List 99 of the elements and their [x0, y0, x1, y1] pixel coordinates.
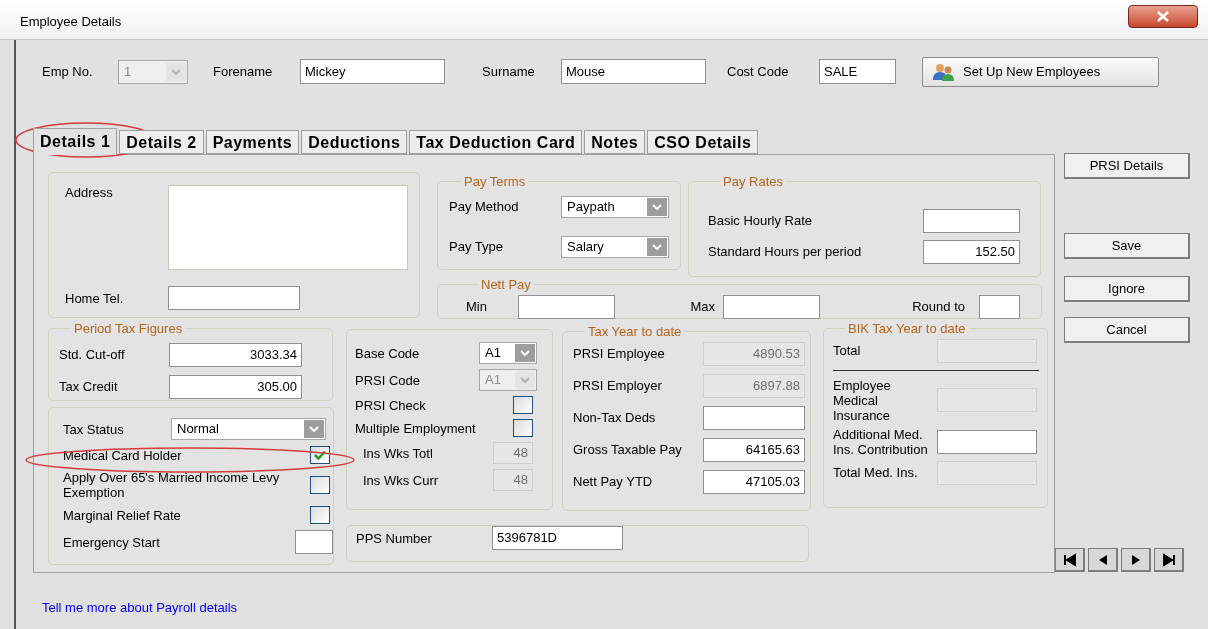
input-field[interactable] [295, 530, 333, 554]
help-link[interactable]: Tell me more about Payroll details [42, 598, 238, 618]
input-field[interactable]: 305.00 [169, 374, 302, 399]
field-label: Address [65, 185, 114, 200]
tab[interactable]: Tax Deduction Card [409, 130, 583, 154]
field-label: Medical Card Holder [63, 447, 183, 463]
field-label: Home Tel. [65, 290, 125, 306]
field-label: Multiple Employment [355, 420, 477, 436]
close-icon [1157, 11, 1169, 22]
input-field[interactable]: 47105.03 [703, 469, 805, 494]
dialog-button[interactable]: Cancel [1064, 317, 1190, 343]
dropdown[interactable]: Paypath [561, 195, 669, 218]
field-label: Max [689, 297, 716, 316]
field-label: Ins Wks Totl [362, 445, 434, 461]
navigation-button[interactable] [1154, 548, 1184, 572]
tab[interactable]: Deductions [301, 130, 408, 154]
field-label: Gross Taxable Pay [573, 442, 683, 457]
field-label: PRSI Check [355, 397, 427, 413]
field-label: Total [833, 343, 862, 358]
group-title: Pay Terms [463, 173, 527, 191]
field-label: Min [466, 297, 488, 316]
field-label: PPS Number [356, 530, 433, 546]
dialog-button[interactable]: PRSI Details [1064, 153, 1190, 179]
input-field[interactable]: 5396781D [492, 526, 623, 550]
input-field[interactable]: Mouse [561, 59, 706, 84]
chevron-down-icon [520, 350, 530, 356]
chevron-down-icon [652, 243, 662, 250]
checkbox[interactable] [310, 476, 330, 494]
checkmark-icon [314, 450, 326, 460]
field-label: Emp No. [42, 62, 94, 81]
field-label: Ins Wks Curr [362, 472, 440, 488]
checkbox[interactable] [513, 419, 533, 437]
navigation-button[interactable] [1121, 548, 1151, 572]
field-label: Surname [482, 62, 536, 81]
last-record-icon [1161, 552, 1176, 567]
navigation-button[interactable] [1055, 548, 1085, 572]
dropdown[interactable]: A1 [479, 342, 537, 364]
field-label: Base Code [355, 345, 421, 361]
field-label: Nett Pay YTD [573, 474, 654, 489]
field-label: Apply Over 65's Married Income Levy Exemption [63, 470, 281, 500]
field-label: Additional Med. Ins. Contribution [833, 426, 929, 457]
dialog-button[interactable]: Save [1064, 233, 1190, 259]
input-field[interactable] [723, 294, 820, 319]
input-field[interactable]: 152.50 [923, 239, 1020, 264]
tab[interactable]: Details 2 [119, 130, 204, 154]
people-icon [933, 62, 955, 81]
field-label: Pay Method [449, 199, 520, 214]
first-record-icon [1062, 552, 1077, 567]
group-title: Period Tax Figures [73, 320, 184, 338]
field-label: Forename [213, 62, 274, 81]
group-title: BIK Tax Year to date [847, 320, 967, 338]
dropdown[interactable]: Normal [171, 418, 326, 440]
field-label: Total Med. Ins. [833, 465, 919, 480]
field-label: Pay Type [449, 239, 504, 254]
tab[interactable]: Details 1 [33, 128, 118, 155]
checkbox[interactable] [513, 396, 533, 414]
chevron-down-icon [309, 426, 319, 432]
field-label: PRSI Employer [573, 378, 663, 393]
dropdown[interactable]: Salary [561, 235, 669, 258]
checkbox[interactable] [310, 506, 330, 524]
window-title: Employee Details [20, 13, 122, 31]
field-label: PRSI Code [355, 372, 422, 388]
field-label: Std. Cut-off [59, 347, 126, 362]
field-label: Tax Credit [59, 379, 119, 394]
field-label: Standard Hours per period [708, 244, 863, 259]
tab[interactable]: CSO Details [647, 130, 759, 154]
group-title: Tax Year to date [587, 323, 683, 341]
chevron-down-icon [652, 203, 662, 210]
chevron-down-icon [520, 377, 530, 383]
chevron-down-icon [171, 68, 181, 75]
input-field[interactable]: Mickey [300, 59, 445, 84]
input-field[interactable] [979, 294, 1020, 319]
group-title: Pay Rates [722, 173, 784, 191]
field-label: Round to [911, 297, 966, 316]
field-label: PRSI Employee [573, 346, 666, 361]
dialog-button[interactable]: Ignore [1064, 276, 1190, 302]
input-field[interactable]: SALE [819, 59, 896, 84]
field-label: Marginal Relief Rate [63, 507, 182, 523]
text-area[interactable] [168, 185, 408, 270]
group-title: Nett Pay [480, 276, 532, 294]
field-label: Basic Hourly Rate [708, 213, 814, 228]
input-field[interactable] [168, 286, 300, 310]
input-field[interactable] [518, 294, 615, 319]
tab[interactable]: Payments [205, 130, 300, 154]
checkbox[interactable] [310, 446, 330, 464]
close-button[interactable] [1128, 5, 1198, 28]
input-field[interactable] [937, 429, 1037, 454]
input-field[interactable]: 64165.63 [703, 437, 805, 462]
field-label: Emergency Start [63, 534, 161, 550]
tab[interactable]: Notes [584, 130, 646, 154]
input-field[interactable] [923, 208, 1020, 233]
field-label: Tax Status [63, 421, 125, 437]
field-label: Employee Medical Insurance [833, 377, 892, 423]
input-field[interactable] [703, 405, 805, 430]
field-label: Non-Tax Deds [573, 410, 657, 425]
input-field[interactable]: 3033.34 [169, 342, 302, 367]
setup-employees-button[interactable]: Set Up New Employees [922, 56, 1159, 87]
field-label: Cost Code [727, 62, 790, 81]
navigation-button[interactable] [1088, 548, 1118, 572]
